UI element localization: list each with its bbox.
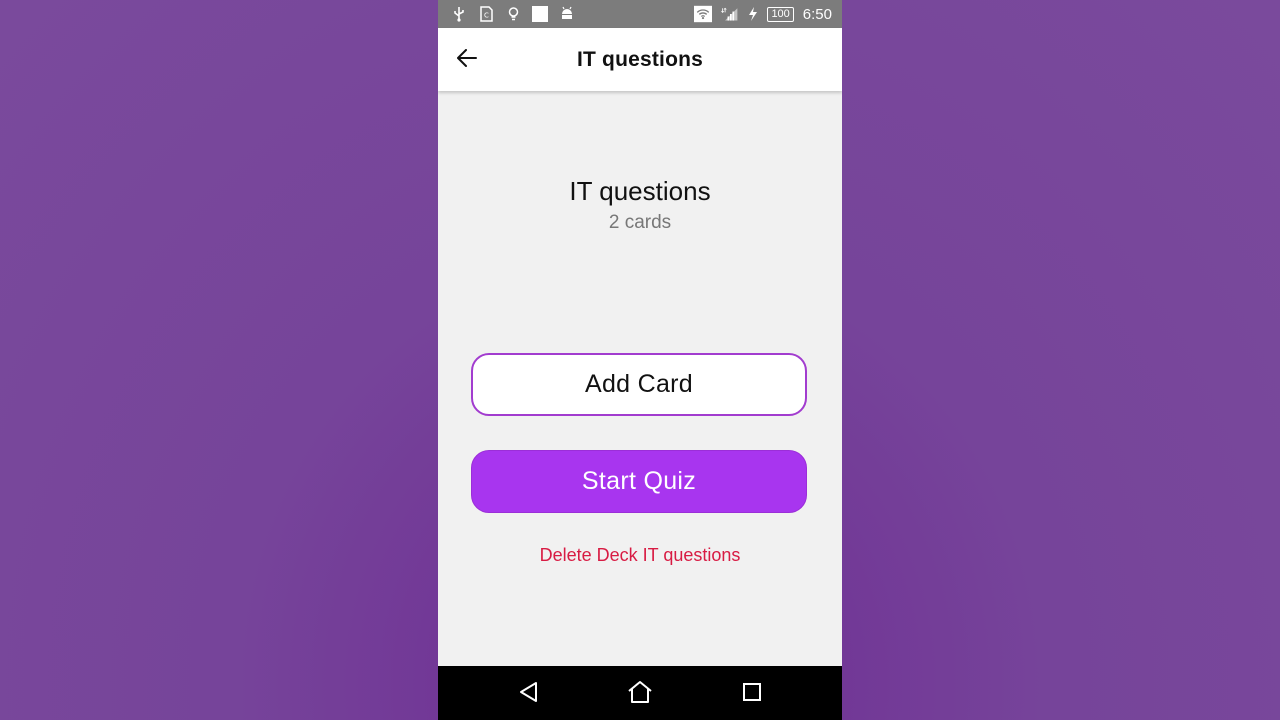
sim-card-icon: C <box>477 5 495 23</box>
phone-screen: C 100 6:50 IT questions IT questions 2 c… <box>438 0 842 720</box>
svg-text:C: C <box>484 12 489 20</box>
usb-icon <box>450 5 468 23</box>
add-card-label: Add Card <box>584 370 693 398</box>
status-bar-system: 100 6:50 <box>694 5 832 23</box>
recents-icon <box>742 682 762 707</box>
app-bar: IT questions <box>438 28 842 91</box>
nav-home-button[interactable] <box>626 680 654 708</box>
deck-title: IT questions <box>569 176 711 206</box>
status-bar: C 100 6:50 <box>438 0 842 28</box>
deck-card-count: 2 cards <box>608 212 672 233</box>
battery-level: 100 <box>771 7 790 20</box>
page-title: IT questions <box>576 48 704 71</box>
start-quiz-label: Start Quiz <box>581 467 697 495</box>
android-icon <box>558 5 576 23</box>
nav-recents-button[interactable] <box>738 680 766 708</box>
signal-icon <box>721 5 739 23</box>
delete-deck-link[interactable]: Delete Deck IT questions <box>438 545 842 566</box>
system-nav-bar <box>438 666 842 720</box>
start-quiz-button[interactable]: Start Quiz <box>471 450 807 513</box>
status-bar-notifications: C <box>450 5 576 23</box>
wifi-icon <box>694 5 713 23</box>
nav-back-button[interactable] <box>515 680 543 708</box>
blank-square-icon <box>531 5 549 23</box>
lightbulb-icon <box>504 5 522 23</box>
battery-icon: 100 <box>767 6 794 22</box>
home-icon <box>627 680 653 709</box>
charging-bolt-icon <box>748 5 758 23</box>
add-card-button[interactable]: Add Card <box>471 353 807 416</box>
back-triangle-icon <box>518 681 540 708</box>
status-time: 6:50 <box>802 5 832 23</box>
